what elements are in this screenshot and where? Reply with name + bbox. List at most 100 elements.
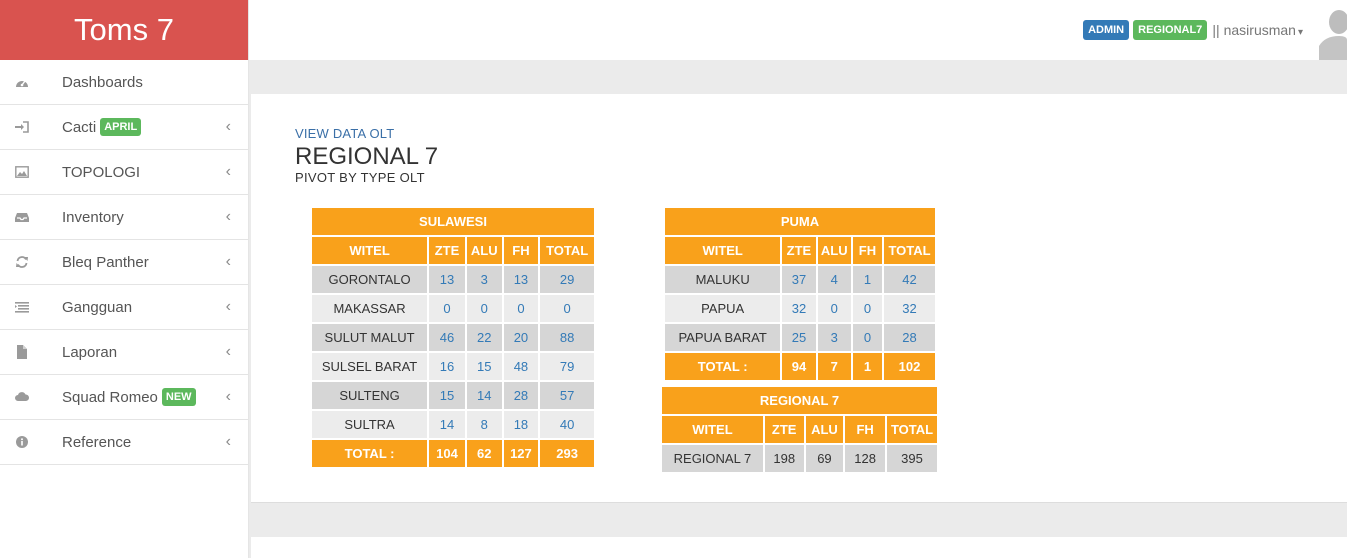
table-row: GORONTALO 13 3 13 29 (309, 264, 596, 295)
value-cell[interactable]: 18 (501, 409, 541, 440)
value-cell[interactable]: 79 (538, 351, 596, 382)
table-title: REGIONAL 7 (660, 385, 939, 416)
value-cell[interactable]: 37 (780, 264, 818, 295)
column-header: ALU (464, 235, 504, 266)
inbox-icon (15, 210, 29, 224)
total-cell: 104 (427, 438, 467, 469)
table-title: PUMA (663, 206, 937, 237)
sidebar-nav: Dashboards Cacti APRIL ‹ TOPOLOGI ‹ Inventory ‹… (0, 60, 248, 465)
sidebar-item-squad-romeo[interactable]: Squad Romeo NEW ‹ (0, 375, 248, 420)
value-cell[interactable]: 0 (850, 322, 885, 353)
total-cell: 7 (815, 351, 853, 382)
file-icon (15, 345, 29, 359)
value-cell: 128 (843, 443, 888, 474)
value-cell[interactable]: 16 (427, 351, 467, 382)
value-cell[interactable]: 8 (464, 409, 504, 440)
value-cell[interactable]: 46 (427, 322, 467, 353)
sidebar-item-label: TOPOLOGI (62, 163, 141, 181)
table-row: SULTENG 15 14 28 57 (309, 380, 596, 411)
sidebar-item-label: Squad Romeo NEW (62, 375, 196, 419)
username-dropdown[interactable]: nasirusman ▾ (1224, 22, 1303, 38)
chevron-left-icon: ‹ (225, 163, 231, 180)
value-cell[interactable]: 42 (882, 264, 937, 295)
sidebar-item-reference[interactable]: Reference ‹ (0, 420, 248, 465)
region-badge: REGIONAL7 (1133, 20, 1208, 40)
value-cell[interactable]: 4 (815, 264, 853, 295)
chevron-left-icon: ‹ (225, 343, 231, 360)
column-header: TOTAL (885, 414, 939, 445)
column-header: ZTE (762, 414, 806, 445)
sidebar-item-gangguan[interactable]: Gangguan ‹ (0, 285, 248, 330)
value-cell[interactable]: 32 (780, 293, 818, 324)
value-cell[interactable]: 0 (538, 293, 596, 324)
value-cell[interactable]: 40 (538, 409, 596, 440)
value-cell[interactable]: 29 (538, 264, 596, 295)
sidebar-item-laporan[interactable]: Laporan ‹ (0, 330, 248, 375)
value-cell[interactable]: 28 (882, 322, 937, 353)
value-cell: 69 (803, 443, 846, 474)
witel-cell: SULTENG (309, 380, 430, 411)
value-cell[interactable]: 48 (501, 351, 541, 382)
total-cell: 1 (850, 351, 885, 382)
sidebar-item-dashboards[interactable]: Dashboards (0, 60, 248, 105)
value-cell[interactable]: 0 (464, 293, 504, 324)
value-cell[interactable]: 88 (538, 322, 596, 353)
sulawesi-table: SULAWESI WITEL ZTE ALU FH TOTAL GORONTALO 13 3 13… (309, 206, 596, 469)
value-cell[interactable]: 14 (464, 380, 504, 411)
value-cell[interactable]: 0 (815, 293, 853, 324)
user-menu: ADMIN REGIONAL7 || nasirusman ▾ (1079, 20, 1303, 40)
total-cell: 293 (538, 438, 596, 469)
value-cell[interactable]: 13 (427, 264, 467, 295)
table-total-row: TOTAL :94 7 1 102 (662, 351, 937, 382)
sidebar-item-topologi[interactable]: TOPOLOGI ‹ (0, 150, 248, 195)
value-cell[interactable]: 28 (501, 380, 541, 411)
value-cell[interactable]: 13 (501, 264, 541, 295)
sidebar-item-bleq-panther[interactable]: Bleq Panther ‹ (0, 240, 248, 285)
value-cell[interactable]: 32 (882, 293, 937, 324)
puma-table: PUMA WITEL ZTE ALU FH TOTAL MALUKU 37 4 1 42 PAPUA 3… (662, 206, 937, 382)
view-data-olt-link[interactable]: VIEW DATA OLT (295, 126, 394, 141)
value-cell[interactable]: 3 (815, 322, 853, 353)
page-subtitle: PIVOT BY TYPE OLT (295, 170, 425, 185)
chevron-left-icon: ‹ (225, 253, 231, 270)
column-header: ALU (815, 235, 853, 266)
user-avatar-icon (1319, 0, 1347, 60)
total-cell: 127 (501, 438, 541, 469)
value-cell[interactable]: 1 (850, 264, 885, 295)
caret-down-icon: ▾ (1297, 27, 1303, 38)
sidebar-item-label: Gangguan (62, 298, 133, 316)
total-cell: 94 (780, 351, 818, 382)
table-row: SULUT MALUT 46 22 20 88 (309, 322, 596, 353)
top-navbar: ADMIN REGIONAL7 || nasirusman ▾ (249, 0, 1347, 60)
table-row: SULSEL BARAT 16 15 48 79 (309, 351, 596, 382)
value-cell[interactable]: 0 (427, 293, 467, 324)
column-header: ZTE (780, 235, 818, 266)
value-cell[interactable]: 25 (780, 322, 818, 353)
value-cell[interactable]: 15 (427, 380, 467, 411)
value-cell[interactable]: 20 (501, 322, 541, 353)
content-panel-lower (251, 537, 1347, 558)
column-header: ZTE (427, 235, 467, 266)
list-icon (15, 300, 29, 314)
sidebar-item-cacti[interactable]: Cacti APRIL ‹ (0, 105, 248, 150)
value-cell[interactable]: 15 (464, 351, 504, 382)
sidebar-item-inventory[interactable]: Inventory ‹ (0, 195, 248, 240)
value-cell[interactable]: 14 (427, 409, 467, 440)
brand-logo[interactable]: Toms 7 (0, 0, 248, 60)
sidebar-item-badge: NEW (161, 388, 196, 406)
sidebar-item-label: Laporan (62, 343, 118, 361)
value-cell[interactable]: 3 (464, 264, 504, 295)
sidebar-item-label: Dashboards (62, 73, 143, 91)
value-cell[interactable]: 57 (538, 380, 596, 411)
witel-cell: SULSEL BARAT (309, 351, 430, 382)
witel-cell: SULTRA (309, 409, 430, 440)
avatar[interactable] (1319, 0, 1347, 60)
table-total-row: TOTAL :104 62 127 293 (309, 438, 596, 469)
brand-text: Toms 7 (74, 12, 174, 47)
page-title: REGIONAL 7 (295, 143, 439, 170)
value-cell[interactable]: 22 (464, 322, 504, 353)
role-badge: ADMIN (1083, 20, 1130, 40)
value-cell[interactable]: 0 (501, 293, 541, 324)
value-cell[interactable]: 0 (850, 293, 885, 324)
refresh-icon (15, 255, 29, 269)
